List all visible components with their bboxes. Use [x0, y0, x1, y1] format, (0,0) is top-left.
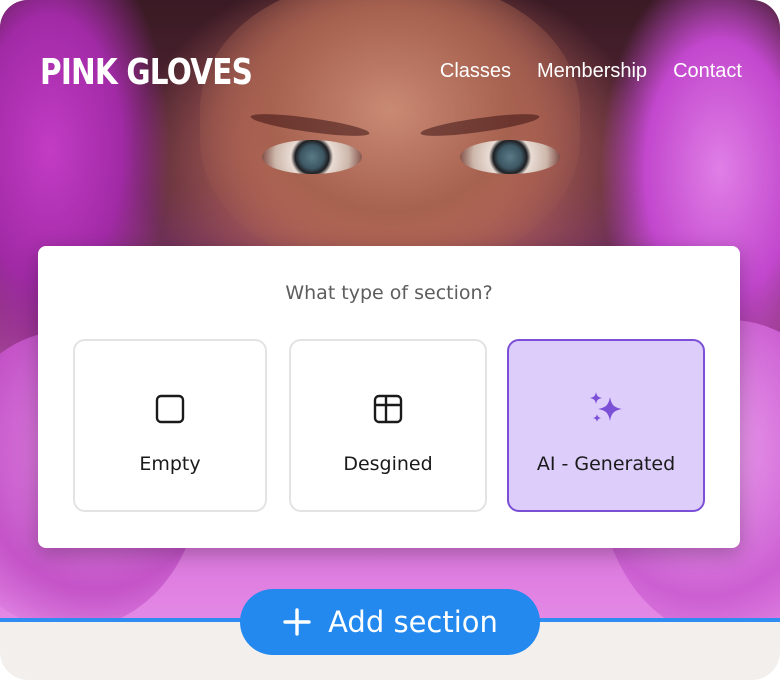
top-nav: Classes Membership Contact [440, 60, 742, 83]
option-ai-generated-label: AI - Generated [536, 453, 676, 475]
option-designed-label: Desgined [343, 453, 433, 475]
eye-left [262, 140, 362, 174]
option-empty-label: Empty [139, 453, 201, 475]
sparkles-icon [590, 392, 622, 422]
eye-right [460, 140, 560, 174]
hero-face [200, 0, 580, 270]
section-type-dialog: What type of section? Empty Desgined AI [38, 246, 740, 548]
square-icon [155, 394, 185, 424]
brand-logo[interactable]: PINK GLOVES [40, 52, 253, 93]
layout-icon [373, 394, 403, 424]
option-ai-generated[interactable]: AI - Generated [507, 339, 705, 512]
page-frame: PINK GLOVES Classes Membership Contact W… [0, 0, 780, 680]
nav-contact[interactable]: Contact [673, 60, 742, 83]
dialog-title: What type of section? [285, 282, 493, 304]
add-section-button[interactable]: Add section [240, 589, 540, 655]
plus-icon [283, 608, 311, 636]
add-section-label: Add section [328, 605, 498, 639]
option-designed[interactable]: Desgined [289, 339, 487, 512]
nav-classes[interactable]: Classes [440, 60, 511, 83]
option-empty[interactable]: Empty [73, 339, 267, 512]
nav-membership[interactable]: Membership [537, 60, 647, 83]
